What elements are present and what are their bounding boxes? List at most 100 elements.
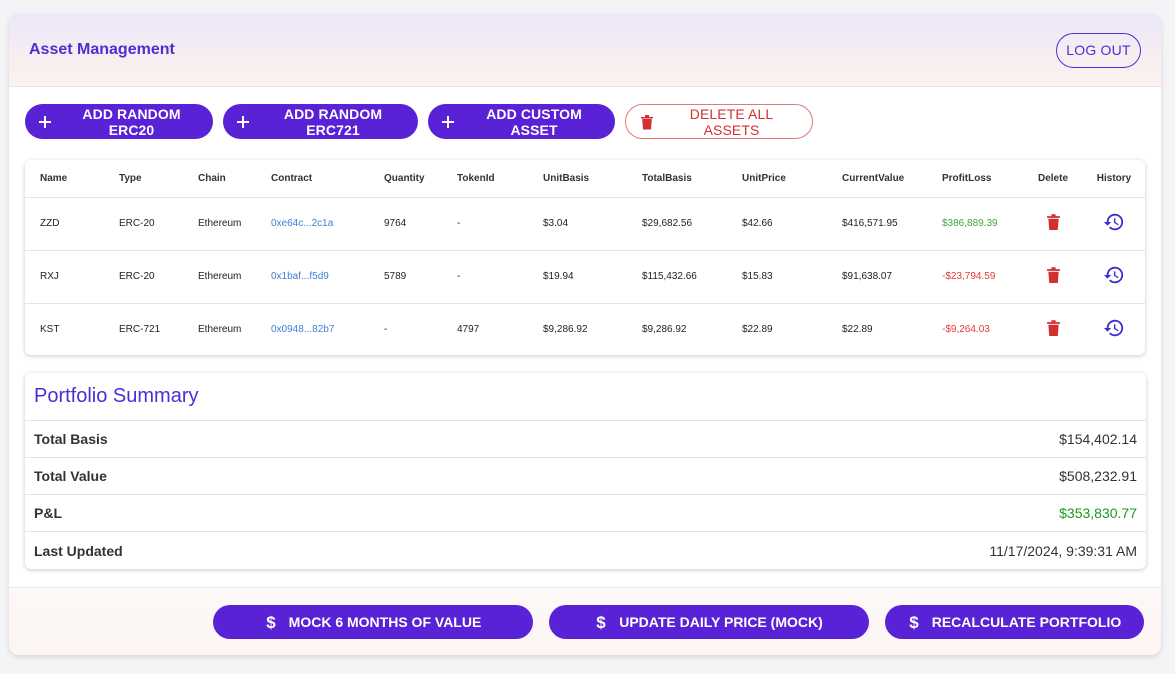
cell-totalbasis: $9,286.92 (642, 324, 687, 336)
col-name: Name (25, 160, 104, 198)
svg-text:$: $ (596, 613, 606, 631)
assets-table: Name Type Chain Contract Quantity TokenI… (25, 160, 1145, 355)
cell-unitprice: $22.89 (742, 324, 773, 336)
cell-contract-link[interactable]: 0x0948...82b7 (256, 303, 369, 355)
cell-unitbasis: $9,286.92 (543, 324, 588, 336)
add-random-erc20-button[interactable]: ADD RANDOM ERC20 (25, 104, 213, 139)
action-toolbar: ADD RANDOM ERC20 ADD RANDOM ERC721 ADD C… (25, 104, 813, 139)
cell-contract-link[interactable]: 0xe64c...2c1a (256, 197, 369, 251)
table-row: RXJ ERC-20 Ethereum 0x1baf...f5d9 5789 -… (25, 250, 1145, 304)
delete-all-assets-label: DELETE ALL ASSETS (689, 105, 774, 138)
cell-contract-link[interactable]: 0x1baf...f5d9 (256, 250, 369, 304)
col-quantity: Quantity (369, 160, 442, 198)
summary-row-last-updated: Last Updated 11/17/2024, 9:39:31 AM (25, 532, 1146, 569)
cell-currentvalue: $91,638.07 (827, 250, 927, 304)
cell-quantity: 9764 (369, 197, 442, 251)
cell-type: ERC-20 (104, 197, 183, 251)
trash-icon (640, 114, 655, 130)
col-profitloss: ProfitLoss (927, 160, 1023, 198)
summary-label: P&L (34, 505, 62, 521)
cell-chain: Ethereum (198, 324, 242, 336)
logout-button[interactable]: LOG OUT (1056, 32, 1141, 68)
cell-unitbasis: $3.04 (528, 197, 627, 251)
trash-icon (1046, 214, 1060, 231)
cell-chain: Ethereum (183, 250, 256, 304)
cell-chain: Ethereum (183, 197, 256, 251)
delete-row-button[interactable] (1023, 197, 1083, 251)
cell-currentvalue: $416,571.95 (827, 197, 927, 251)
dollar-icon: $ (908, 613, 920, 631)
cell-name: ZZD (25, 197, 104, 251)
add-random-erc721-button[interactable]: ADD RANDOM ERC721 (223, 104, 418, 139)
cell-profitloss: -$23,794.59 (927, 250, 1023, 304)
col-currentvalue: CurrentValue (827, 160, 927, 198)
summary-title: Portfolio Summary (25, 373, 1146, 421)
asset-management-card: Asset Management LOG OUT ADD RANDOM ERC2… (9, 14, 1161, 655)
cell-totalbasis: $29,682.56 (627, 197, 727, 251)
history-icon (1103, 320, 1124, 337)
summary-value: $154,402.14 (1059, 431, 1137, 447)
table-row: ZZD ERC-20 Ethereum 0xe64c...2c1a 9764 -… (25, 197, 1145, 251)
summary-row-total-value: Total Value $508,232.91 (25, 458, 1146, 495)
cell-profitloss: $386,889.39 (927, 197, 1023, 251)
col-type: Type (104, 160, 183, 198)
cell-quantity: - (384, 324, 388, 336)
delete-row-button[interactable] (1023, 303, 1083, 355)
plus-icon (235, 114, 250, 130)
cell-type: ERC-721 (119, 324, 161, 336)
delete-all-assets-button[interactable]: DELETE ALL ASSETS (625, 104, 813, 139)
col-totalbasis: TotalBasis (627, 160, 727, 198)
recalculate-portfolio-label: RECALCULATE PORTFOLIO (931, 614, 1122, 630)
col-unitbasis: UnitBasis (528, 160, 627, 198)
cell-tokenid: 4797 (457, 324, 480, 336)
delete-row-button[interactable] (1023, 250, 1083, 304)
update-daily-price-button[interactable]: $ UPDATE DAILY PRICE (MOCK) (549, 605, 869, 639)
update-daily-price-label: UPDATE DAILY PRICE (MOCK) (619, 614, 823, 630)
history-icon (1103, 266, 1124, 284)
trash-icon (1046, 267, 1060, 284)
history-icon (1103, 213, 1124, 231)
cell-currentvalue: $22.89 (842, 324, 873, 336)
add-random-erc20-label: ADD RANDOM ERC20 (82, 105, 181, 138)
mock-6-months-button[interactable]: $ MOCK 6 MONTHS OF VALUE (213, 605, 533, 639)
history-row-button[interactable] (1083, 197, 1145, 251)
cell-tokenid: - (442, 250, 528, 304)
summary-row-total-basis: Total Basis $154,402.14 (25, 421, 1146, 458)
add-random-erc721-label: ADD RANDOM ERC721 (283, 105, 383, 138)
trash-icon (1046, 320, 1060, 337)
cell-quantity: 5789 (369, 250, 442, 304)
footer-actions: $ MOCK 6 MONTHS OF VALUE $ UPDATE DAILY … (9, 587, 1161, 655)
portfolio-summary: Portfolio Summary Total Basis $154,402.1… (25, 373, 1146, 569)
col-contract: Contract (256, 160, 369, 198)
add-custom-asset-button[interactable]: ADD CUSTOM ASSET (428, 104, 615, 139)
dollar-icon: $ (595, 613, 607, 631)
cell-name: KST (40, 324, 60, 336)
cell-profitloss: -$9,264.03 (942, 324, 990, 336)
col-delete: Delete (1023, 160, 1083, 198)
summary-label: Total Value (34, 468, 107, 484)
app-header: Asset Management LOG OUT (9, 14, 1161, 87)
dollar-icon: $ (265, 613, 277, 631)
col-chain: Chain (183, 160, 256, 198)
add-custom-asset-label: ADD CUSTOM ASSET (486, 105, 582, 138)
col-tokenid: TokenId (442, 160, 528, 198)
summary-row-pnl: P&L $353,830.77 (25, 495, 1146, 532)
summary-value: 11/17/2024, 9:39:31 AM (989, 542, 1137, 559)
recalculate-portfolio-button[interactable]: $ RECALCULATE PORTFOLIO (885, 605, 1144, 639)
cell-unitprice: $15.83 (727, 250, 827, 304)
history-row-button[interactable] (1083, 303, 1145, 355)
mock-6-months-label: MOCK 6 MONTHS OF VALUE (288, 614, 482, 630)
plus-icon (37, 114, 52, 130)
table-header-row: Name Type Chain Contract Quantity TokenI… (25, 160, 1145, 198)
svg-text:$: $ (266, 613, 276, 631)
summary-label: Last Updated (34, 542, 123, 559)
page-title: Asset Management (29, 41, 175, 58)
svg-text:$: $ (909, 613, 919, 631)
plus-icon (440, 114, 455, 130)
col-history: History (1083, 160, 1145, 198)
cell-type: ERC-20 (104, 250, 183, 304)
cell-unitbasis: $19.94 (528, 250, 627, 304)
history-row-button[interactable] (1083, 250, 1145, 304)
cell-name: RXJ (25, 250, 104, 304)
summary-value: $508,232.91 (1059, 468, 1137, 484)
